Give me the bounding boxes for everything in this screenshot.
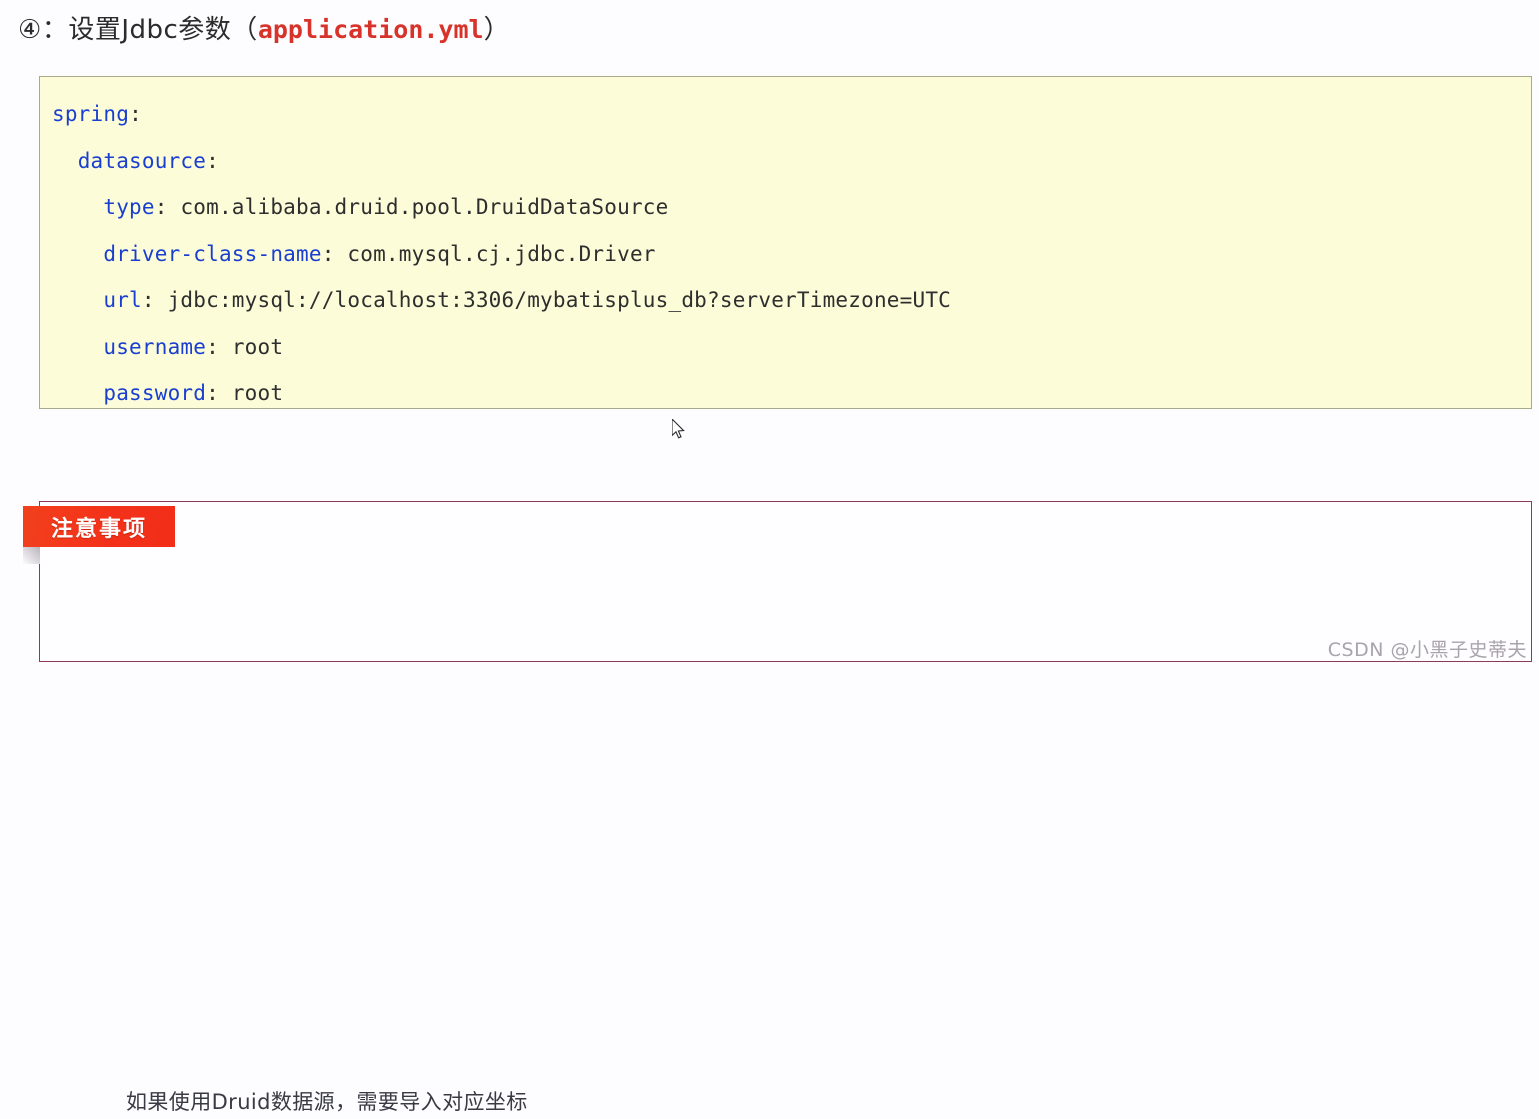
- code-value: com.alibaba.druid.pool.DruidDataSource: [180, 195, 669, 219]
- step-number-marker: ④: [18, 15, 42, 45]
- code-separator: :: [154, 195, 181, 219]
- heading-text-before: 设置Jdbc参数（: [68, 15, 258, 45]
- code-separator: :: [129, 102, 142, 126]
- code-key: type: [103, 195, 155, 219]
- code-line: type: com.alibaba.druid.pool.DruidDataSo…: [52, 184, 1531, 231]
- code-key: url: [103, 288, 142, 312]
- code-key: username: [103, 334, 207, 359]
- code-value: com.mysql.cj.jdbc.Driver: [347, 241, 656, 266]
- arrow-pointer-icon: [671, 417, 686, 440]
- code-line: datasource:: [52, 138, 1531, 185]
- code-separator: :: [141, 288, 168, 312]
- code-line: username: root: [52, 324, 1531, 371]
- csdn-watermark: CSDN @小黑子史蒂夫: [1327, 639, 1527, 661]
- heading-text-after: ）: [483, 15, 511, 45]
- note-badge: 注意事项: [23, 506, 175, 547]
- code-separator: :: [206, 148, 219, 173]
- code-line: driver-class-name: com.mysql.cj.jdbc.Dri…: [52, 231, 1531, 278]
- code-separator: :: [206, 381, 232, 405]
- heading-colon: ：: [41, 15, 69, 45]
- code-block-content: spring: datasource: type: com.alibaba.dr…: [40, 77, 1531, 408]
- heading-filename-highlight: application.yml: [257, 15, 484, 44]
- code-key: datasource: [77, 148, 207, 173]
- note-badge-label: 注意事项: [50, 516, 147, 542]
- note-badge-fold-shadow: [23, 547, 40, 564]
- code-separator: :: [321, 241, 348, 266]
- code-block-application-yml[interactable]: spring: datasource: type: com.alibaba.dr…: [39, 76, 1532, 409]
- code-value: root: [231, 381, 284, 405]
- code-separator: :: [206, 334, 232, 359]
- code-line: password: root: [52, 370, 1531, 408]
- code-key: password: [103, 381, 207, 405]
- page-title: ④：设置Jdbc参数（application.yml）: [18, 9, 510, 51]
- note-body-text: 如果使用Druid数据源，需要导入对应坐标: [126, 1090, 528, 1114]
- code-value: jdbc:mysql://localhost:3306/mybatisplus_…: [167, 288, 952, 312]
- code-line: url: jdbc:mysql://localhost:3306/mybatis…: [52, 277, 1531, 324]
- code-value: root: [231, 334, 284, 359]
- code-line: spring:: [52, 91, 1531, 138]
- note-box: 如果使用Druid数据源，需要导入对应坐标: [39, 501, 1532, 1114]
- code-key: driver-class-name: [103, 241, 322, 266]
- code-key: spring: [52, 102, 130, 126]
